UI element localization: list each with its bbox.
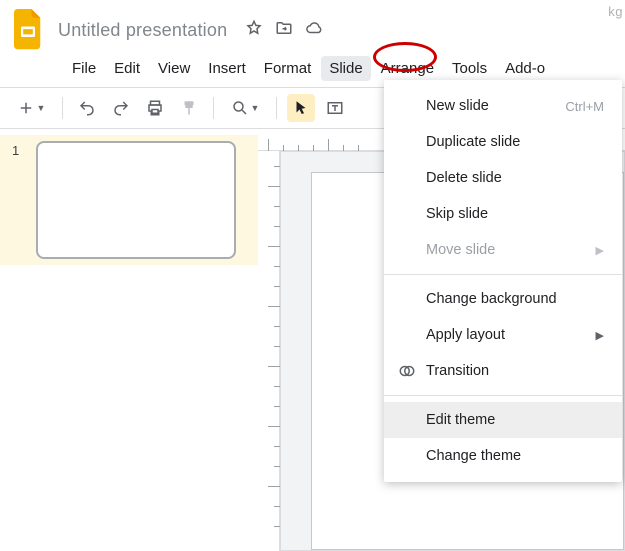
menu-item-skip-slide[interactable]: Skip slide: [384, 196, 622, 232]
slide-menu-dropdown: New slide Ctrl+M Duplicate slide Delete …: [384, 80, 622, 482]
thumbnail-number: 1: [12, 141, 26, 158]
menu-item-apply-layout[interactable]: Apply layout ▶: [384, 317, 622, 353]
slides-logo-icon: [10, 8, 46, 52]
toolbar-separator: [213, 97, 214, 119]
transition-icon: [398, 362, 416, 380]
menu-item-duplicate-slide[interactable]: Duplicate slide: [384, 124, 622, 160]
toolbar-separator: [276, 97, 277, 119]
zoom-button[interactable]: ▼: [224, 94, 266, 122]
menu-item-label: Duplicate slide: [426, 134, 520, 150]
menu-item-change-background[interactable]: Change background: [384, 281, 622, 317]
vertical-ruler: [258, 151, 280, 551]
menu-item-label: Transition: [426, 363, 489, 379]
menu-item-shortcut: Ctrl+M: [565, 99, 604, 114]
submenu-caret-icon: ▶: [596, 329, 604, 342]
select-tool-button[interactable]: [287, 94, 315, 122]
menu-item-edit-theme[interactable]: Edit theme: [384, 402, 622, 438]
menu-item-move-slide: Move slide ▶: [384, 232, 622, 268]
new-slide-button[interactable]: ▼: [10, 94, 52, 122]
menu-addons[interactable]: Add-o: [497, 56, 553, 81]
menu-item-label: Change theme: [426, 448, 521, 464]
print-button[interactable]: [141, 94, 169, 122]
menu-item-label: Skip slide: [426, 206, 488, 222]
menu-item-label: Edit theme: [426, 412, 495, 428]
cutoff-toolbar-text: kg: [608, 4, 623, 19]
thumbnail-row[interactable]: 1: [0, 135, 258, 265]
slide-thumbnail-panel: 1: [0, 129, 258, 551]
paint-format-button[interactable]: [175, 94, 203, 122]
menu-slide[interactable]: Slide: [321, 56, 370, 81]
document-title[interactable]: Untitled presentation: [58, 20, 227, 41]
menu-item-change-theme[interactable]: Change theme: [384, 438, 622, 474]
menu-item-transition[interactable]: Transition: [384, 353, 622, 389]
toolbar-separator: [62, 97, 63, 119]
menu-format[interactable]: Format: [256, 56, 320, 81]
menu-item-label: New slide: [426, 98, 489, 114]
menu-item-label: Apply layout: [426, 327, 505, 343]
menu-view[interactable]: View: [150, 56, 198, 81]
textbox-tool-button[interactable]: [321, 94, 349, 122]
menu-separator: [384, 395, 622, 396]
menu-edit[interactable]: Edit: [106, 56, 148, 81]
menu-tools[interactable]: Tools: [444, 56, 495, 81]
menu-arrange[interactable]: Arrange: [373, 56, 442, 81]
cloud-status-icon[interactable]: [305, 19, 323, 42]
menu-item-label: Move slide: [426, 242, 495, 258]
menu-file[interactable]: File: [64, 56, 104, 81]
submenu-caret-icon: ▶: [596, 244, 604, 257]
move-folder-icon[interactable]: [275, 19, 293, 42]
undo-button[interactable]: [73, 94, 101, 122]
menu-item-delete-slide[interactable]: Delete slide: [384, 160, 622, 196]
star-icon[interactable]: [245, 19, 263, 42]
menu-item-label: Delete slide: [426, 170, 502, 186]
menu-separator: [384, 274, 622, 275]
slide-thumbnail[interactable]: [36, 141, 236, 259]
redo-button[interactable]: [107, 94, 135, 122]
menu-insert[interactable]: Insert: [200, 56, 254, 81]
menu-item-label: Change background: [426, 291, 557, 307]
menu-item-new-slide[interactable]: New slide Ctrl+M: [384, 88, 622, 124]
